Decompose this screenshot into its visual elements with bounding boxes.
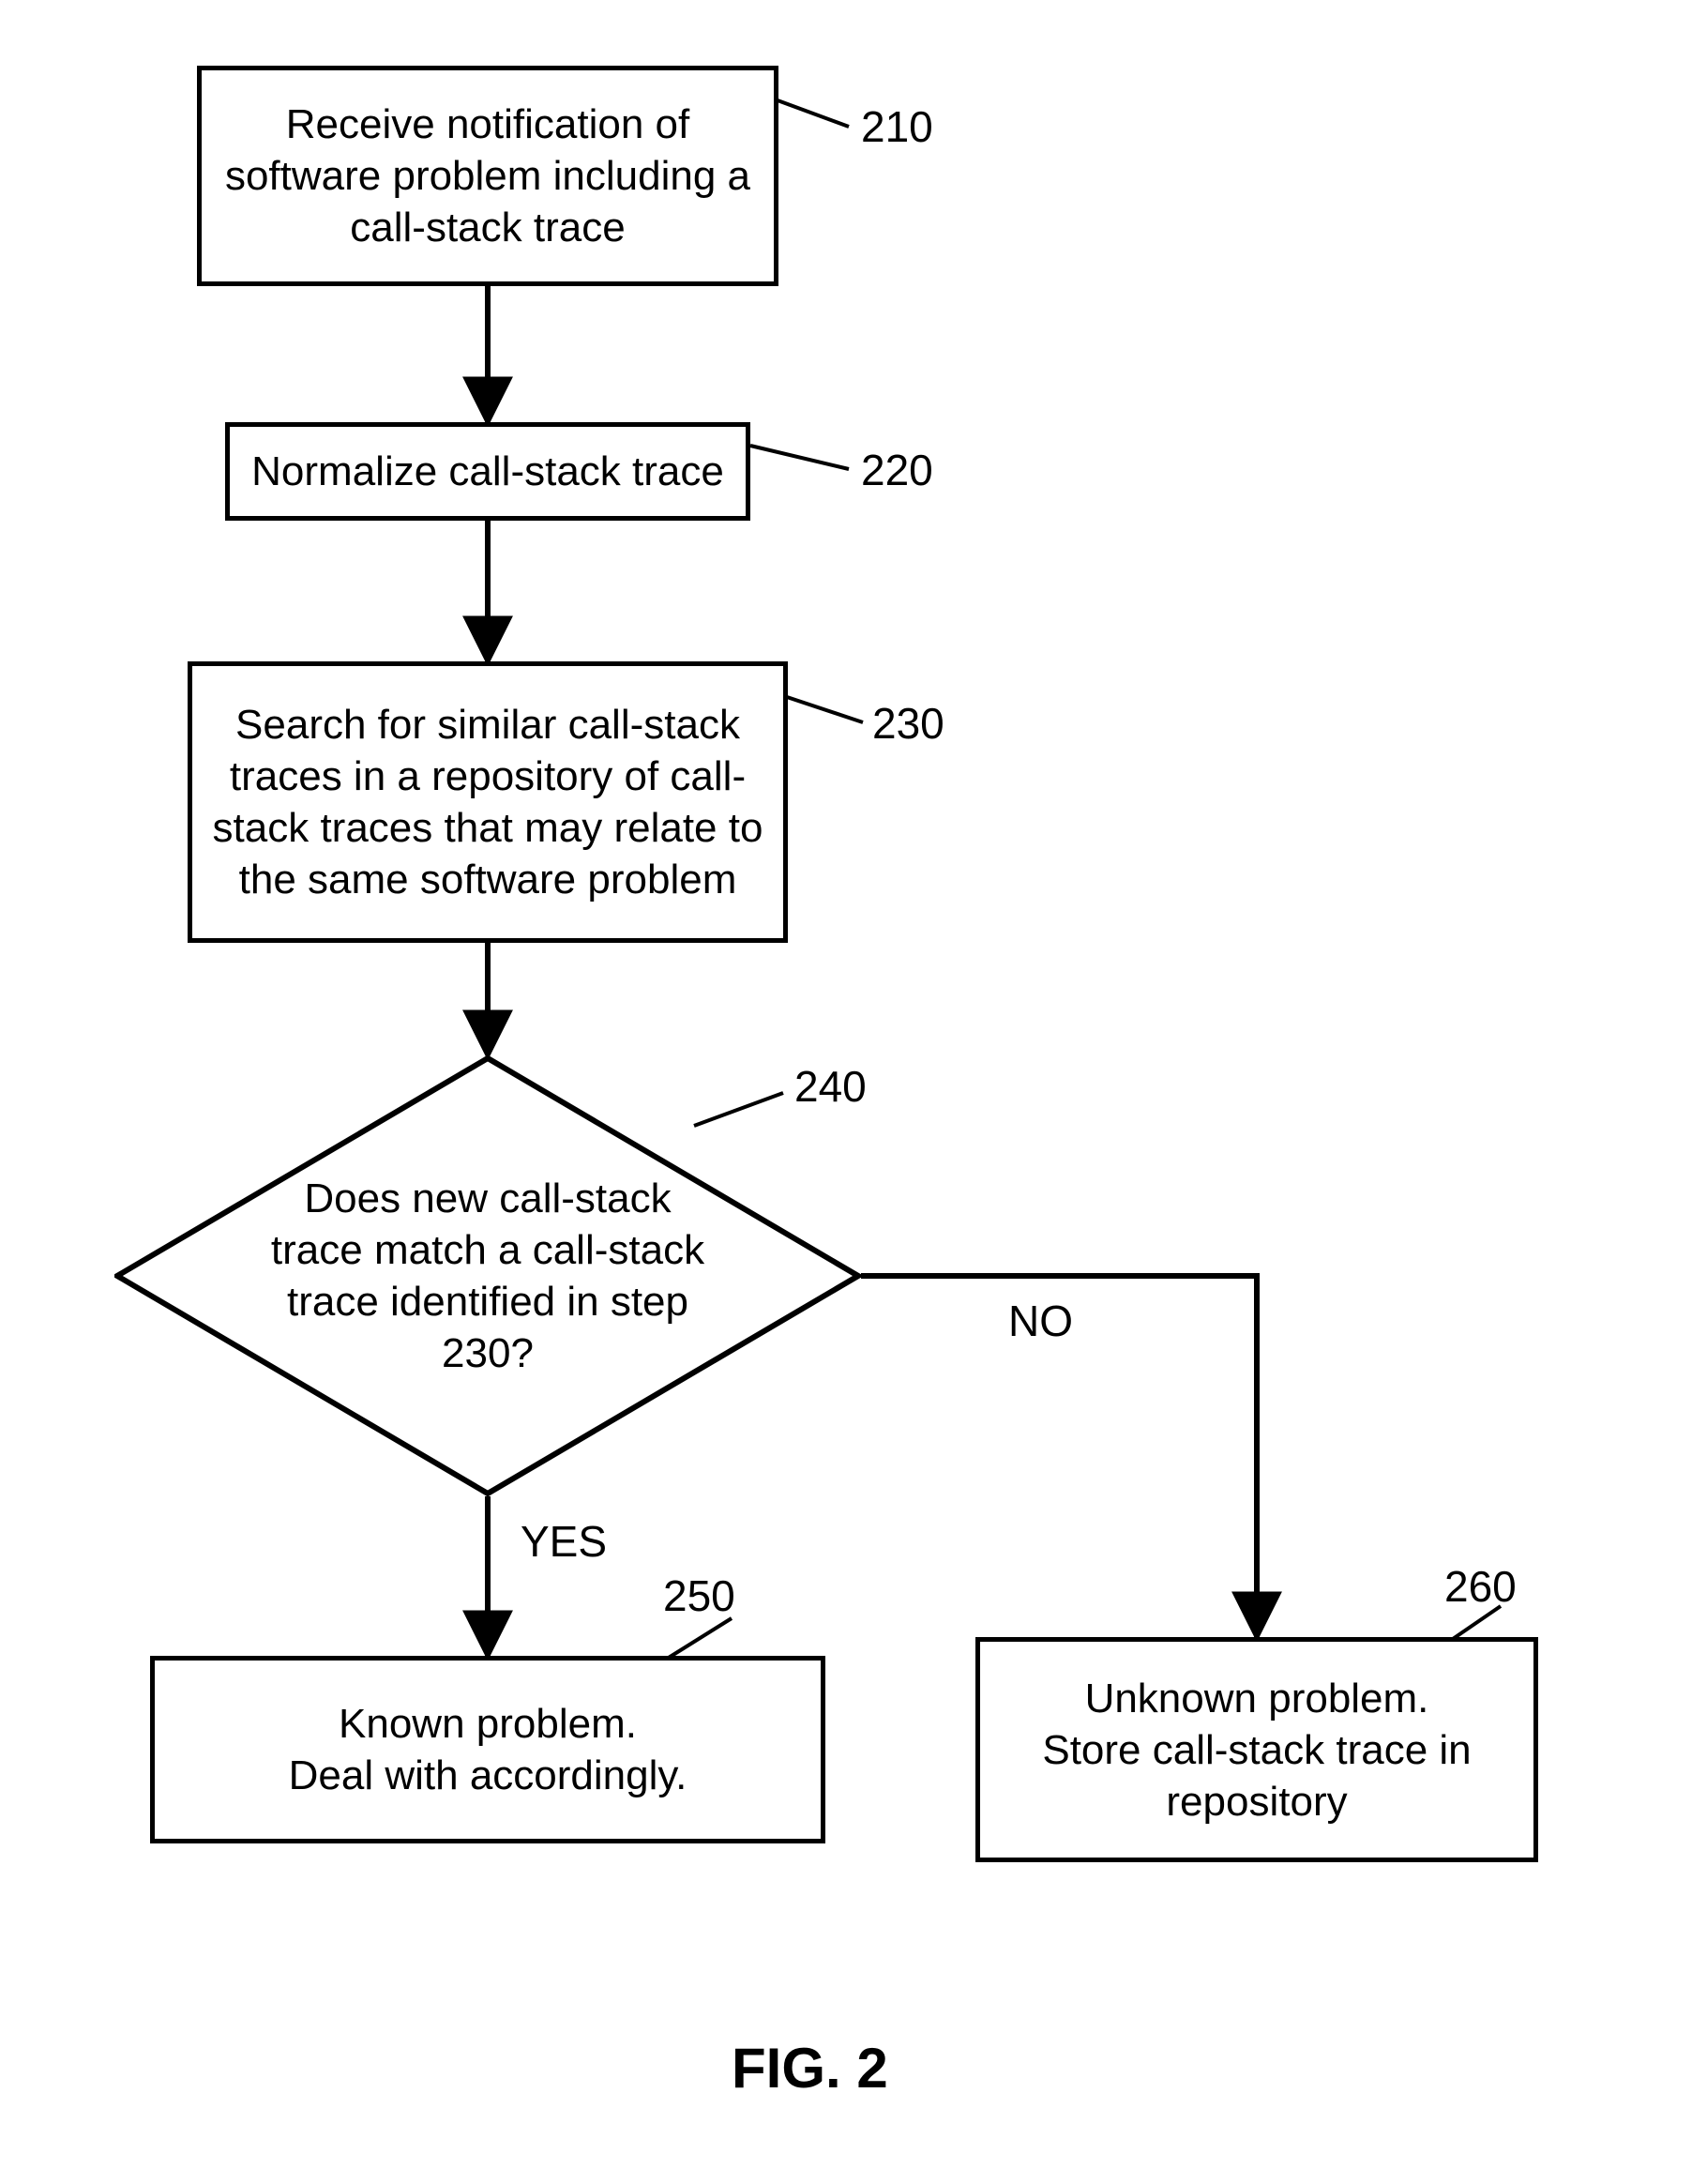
ref-label-230: 230	[872, 702, 944, 745]
decision-diamond-240: Does new call-stack trace match a call-s…	[114, 1055, 861, 1496]
ref-label-240: 240	[794, 1065, 867, 1108]
figure-title: FIG. 2	[732, 2036, 888, 2101]
process-text: Receive notification of software problem…	[220, 99, 755, 253]
terminal-text: Unknown problem. Store call-stack trace …	[999, 1673, 1515, 1828]
flowchart-canvas: Receive notification of software problem…	[0, 0, 1707, 2184]
edge-label-yes: YES	[521, 1520, 607, 1563]
edge-label-no: NO	[1008, 1299, 1073, 1342]
terminal-text: Known problem. Deal with accordingly.	[289, 1698, 687, 1801]
terminal-box-250: Known problem. Deal with accordingly.	[150, 1656, 825, 1843]
ref-label-220: 220	[861, 448, 933, 492]
process-text: Search for similar call-stack traces in …	[211, 699, 764, 905]
ref-label-250: 250	[663, 1574, 735, 1617]
terminal-box-260: Unknown problem. Store call-stack trace …	[975, 1637, 1538, 1862]
process-box-220: Normalize call-stack trace	[225, 422, 750, 521]
process-text: Normalize call-stack trace	[251, 446, 724, 497]
decision-text: Does new call-stack trace match a call-s…	[255, 1173, 720, 1379]
process-box-230: Search for similar call-stack traces in …	[188, 661, 788, 943]
process-box-210: Receive notification of software problem…	[197, 66, 778, 286]
ref-label-260: 260	[1444, 1565, 1517, 1608]
ref-label-210: 210	[861, 105, 933, 148]
